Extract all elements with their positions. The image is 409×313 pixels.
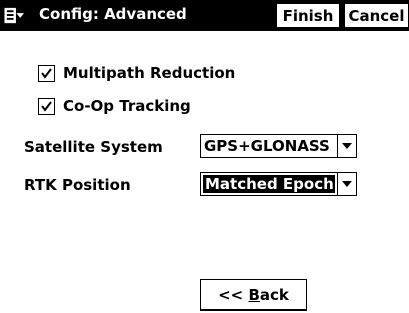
back-button-prefix: << <box>218 285 249 304</box>
rtk-position-value: Matched Epoch <box>203 175 335 193</box>
co-op-tracking-checkbox[interactable] <box>38 97 55 115</box>
start-menu-icon[interactable] <box>4 5 25 26</box>
rtk-position-select[interactable]: Matched Epoch <box>200 172 357 196</box>
satellite-system-label: Satellite System <box>24 138 163 156</box>
satellite-system-value: GPS+GLONASS <box>204 137 330 155</box>
dropdown-arrow-icon[interactable] <box>337 135 356 157</box>
dropdown-arrow-icon[interactable] <box>337 173 356 195</box>
multipath-reduction-checkbox[interactable] <box>38 64 55 82</box>
back-button-accelerator: B <box>248 285 260 304</box>
multipath-reduction-label: Multipath Reduction <box>63 64 236 82</box>
checkmark-icon <box>41 100 52 112</box>
co-op-tracking-option[interactable]: Co-Op Tracking <box>38 96 191 116</box>
page-title: Config: Advanced <box>39 5 187 23</box>
multipath-reduction-option[interactable]: Multipath Reduction <box>38 63 235 83</box>
checkmark-icon <box>41 67 52 79</box>
rtk-position-label: RTK Position <box>24 176 131 194</box>
satellite-system-select[interactable]: GPS+GLONASS <box>200 134 357 158</box>
back-button[interactable]: << Back <box>200 279 307 311</box>
cancel-button[interactable]: Cancel <box>344 3 409 28</box>
co-op-tracking-label: Co-Op Tracking <box>63 97 191 115</box>
title-bar: Config: Advanced Finish Cancel <box>0 0 409 31</box>
finish-button[interactable]: Finish <box>276 3 340 28</box>
back-button-label: ack <box>259 285 289 304</box>
